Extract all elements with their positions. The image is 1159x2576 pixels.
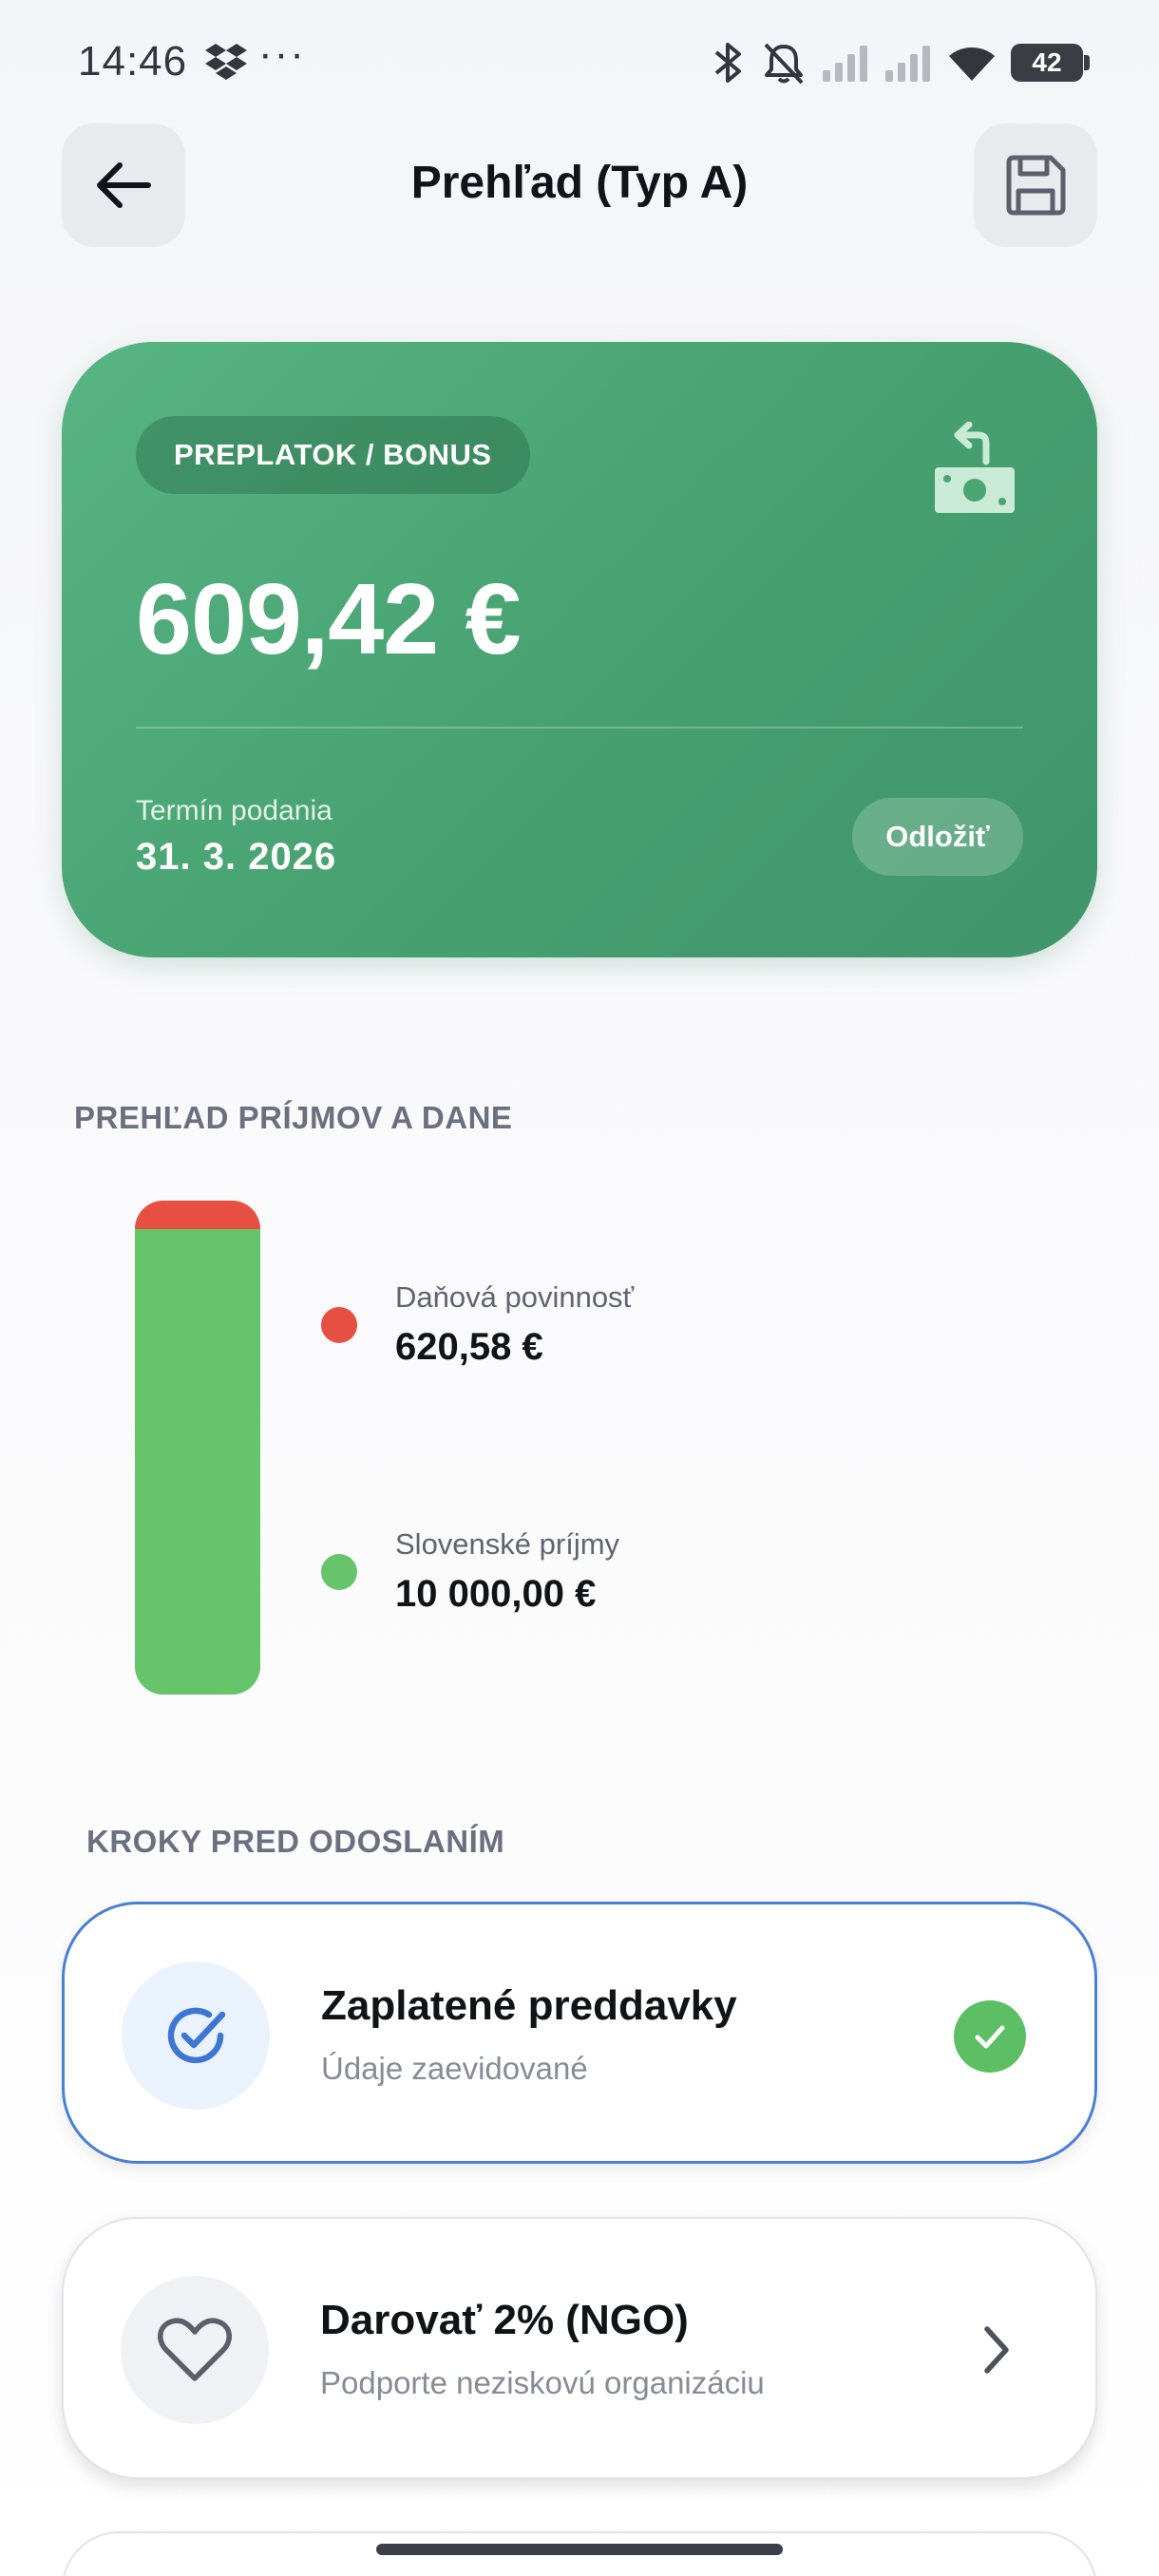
status-time: 14:46 [78, 38, 188, 85]
heart-icon [158, 2318, 232, 2381]
money-refund-icon [935, 422, 1015, 513]
checkmark-icon [975, 2025, 1005, 2049]
dropbox-icon [205, 44, 247, 80]
completed-check-icon [954, 2000, 1026, 2073]
result-amount: 609,42 € [136, 563, 522, 675]
tax-legend-label: Daňová povinnosť [395, 1280, 635, 1314]
tax-legend-value: 620,58 € [395, 1326, 543, 1368]
card-divider [136, 727, 1023, 729]
income-bar-segment [135, 1229, 260, 1695]
step-card-prepayments[interactable]: Zaplatené preddavky Údaje zaevidované [62, 1902, 1097, 2164]
step-title: Zaplatené preddavky [321, 1982, 737, 2029]
result-type-badge: PREPLATOK / BONUS [136, 416, 530, 494]
bluetooth-icon [714, 43, 741, 83]
mute-vibrate-icon [764, 43, 804, 85]
steps-section-title: KROKY PRED ODOSLANÍM [86, 1824, 505, 1859]
step-title: Darovať 2% (NGO) [320, 2297, 689, 2343]
income-legend-value: 10 000,00 € [395, 1573, 597, 1615]
save-button[interactable] [974, 123, 1097, 247]
signal-icon [823, 46, 867, 82]
page-title: Prehľad (Typ A) [410, 158, 749, 208]
income-legend-dot [321, 1554, 357, 1590]
back-button[interactable] [62, 123, 185, 247]
check-circle-icon [167, 2007, 226, 2064]
step-subtitle: Podporte neziskovú organizáciu [320, 2365, 765, 2400]
tax-legend-dot [321, 1307, 357, 1343]
step-icon-container [122, 1961, 270, 2110]
step-subtitle: Údaje zaevidované [321, 2051, 588, 2086]
income-legend-label: Slovenské príjmy [395, 1527, 620, 1561]
wifi-icon [949, 47, 995, 81]
save-icon [1006, 155, 1066, 216]
step-icon-container [121, 2276, 269, 2424]
status-more-icon: ··· [258, 30, 306, 77]
chevron-right-icon [984, 2326, 1009, 2374]
deadline-value: 31. 3. 2026 [136, 836, 337, 878]
home-indicator[interactable] [376, 2544, 783, 2555]
income-tax-bar [135, 1201, 260, 1695]
signal-icon [885, 46, 930, 82]
overview-section-title: PREHĽAD PRÍJMOV A DANE [74, 1100, 513, 1135]
tax-bar-segment [135, 1201, 260, 1230]
postpone-button[interactable]: Odložiť [852, 798, 1023, 876]
status-icons: 42 [711, 38, 1090, 87]
battery-icon: 42 [1011, 44, 1090, 82]
result-card: PREPLATOK / BONUS 609,42 € Termín podani… [62, 342, 1097, 957]
deadline-label: Termín podania [136, 795, 332, 826]
arrow-left-icon [97, 162, 151, 208]
step-card-donate[interactable]: Darovať 2% (NGO) Podporte neziskovú orga… [62, 2217, 1097, 2479]
